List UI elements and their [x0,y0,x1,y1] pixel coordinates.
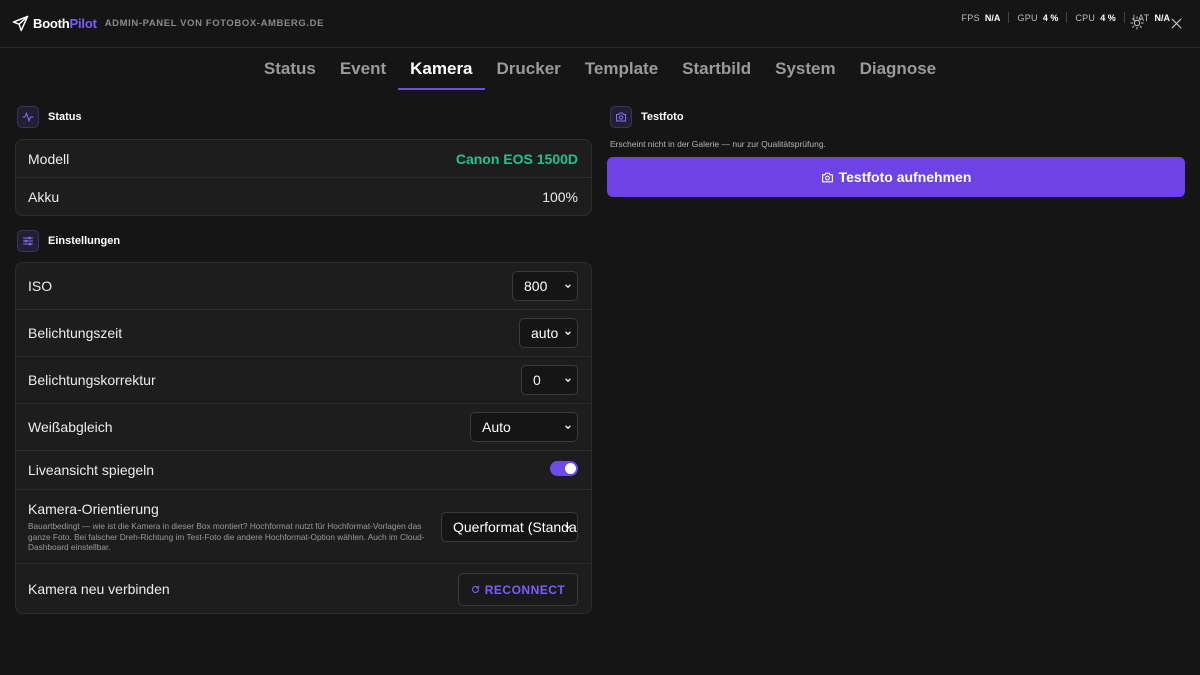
paper-plane-icon [12,15,29,32]
reconnect-button-label: RECONNECT [484,582,566,597]
tab-status[interactable]: Status [252,48,328,90]
chevron-down-icon [565,525,571,530]
mirror-label: Liveansicht spiegeln [28,462,155,478]
main-tabs: Status Event Kamera Drucker Template Sta… [0,48,1200,90]
camera-icon [610,106,632,128]
refresh-icon [471,585,479,593]
header-subtitle: ADMIN-PANEL VON FOTOBOX-AMBERG.DE [104,18,325,29]
testfoto-hint: Erscheint nicht in der Galerie — nur zur… [610,139,826,149]
orientation-label: Kamera-Orientierung [28,501,159,517]
setting-row-shutter: Belichtungszeit auto [16,310,591,357]
shutter-select-value: auto [531,325,559,341]
brand-logo: BoothPilot ADMIN-PANEL VON FOTOBOX-AMBER… [12,15,324,32]
orientation-select-value: Querformat (Standard) [453,519,577,535]
shutter-label: Belichtungszeit [28,325,123,341]
sun-icon [1130,16,1144,30]
testfoto-section-header: Testfoto [610,106,684,128]
reconnect-button[interactable]: RECONNECT [458,573,578,606]
tab-diagnose[interactable]: Diagnose [848,48,949,90]
status-section-header: Status [17,106,82,128]
theme-toggle-button[interactable] [1128,14,1146,32]
iso-label: ISO [28,278,53,294]
exposure-select[interactable]: 0 [521,365,578,395]
whitebalance-select-value: Auto [482,419,511,435]
model-label: Modell [28,151,70,167]
activity-icon [17,106,39,128]
close-button[interactable] [1167,14,1185,32]
iso-select[interactable]: 800 [512,271,578,301]
setting-row-orientation: Kamera-Orientierung Bauartbedingt — wie … [16,490,591,564]
status-section-title: Status [48,111,82,123]
model-value: Canon EOS 1500D [455,151,578,167]
status-row-battery: Akku 100% [16,178,591,216]
sliders-icon [17,230,39,252]
battery-value: 100% [542,189,578,205]
chevron-down-icon [565,425,571,430]
app-header: BoothPilot ADMIN-PANEL VON FOTOBOX-AMBER… [0,0,1200,48]
tab-event[interactable]: Event [328,48,398,90]
chevron-down-icon [565,331,571,336]
testfoto-section-title: Testfoto [641,111,684,123]
camera-icon [821,172,833,182]
reconnect-label: Kamera neu verbinden [28,581,170,597]
whitebalance-select[interactable]: Auto [470,412,578,442]
take-testfoto-button[interactable]: Testfoto aufnehmen [607,157,1185,197]
chevron-down-icon [565,378,571,383]
stat-fps: FPS N/A [961,12,1001,23]
close-icon [1171,18,1181,28]
take-testfoto-label: Testfoto aufnehmen [838,169,972,185]
whitebalance-label: Weißabgleich [28,419,113,435]
tab-system[interactable]: System [763,48,847,90]
settings-section-header: Einstellungen [17,230,120,252]
tab-startbild[interactable]: Startbild [670,48,763,90]
camera-settings-card: ISO 800 Belichtungszeit auto Belichtungs… [15,262,592,614]
status-row-model: Modell Canon EOS 1500D [16,140,591,178]
orientation-select[interactable]: Querformat (Standard) [441,512,578,542]
tab-drucker[interactable]: Drucker [485,48,573,90]
camera-status-card: Modell Canon EOS 1500D Akku 100% [15,139,592,216]
brand-name: BoothPilot [33,16,97,31]
setting-row-iso: ISO 800 [16,263,591,310]
tab-template[interactable]: Template [573,48,670,90]
shutter-select[interactable]: auto [519,318,578,348]
mirror-toggle[interactable] [550,461,578,476]
setting-row-whitebalance: Weißabgleich Auto [16,404,591,451]
exposure-label: Belichtungskorrektur [28,372,156,388]
stat-gpu: GPU 4 % [1008,12,1066,23]
orientation-description: Bauartbedingt — wie ist die Kamera in di… [28,521,425,552]
battery-label: Akku [28,189,60,205]
chevron-down-icon [565,284,571,289]
stat-cpu: CPU 4 % [1066,12,1123,23]
setting-row-reconnect: Kamera neu verbinden RECONNECT [16,564,591,613]
tab-kamera[interactable]: Kamera [398,48,485,90]
iso-select-value: 800 [524,278,548,294]
setting-row-exposure: Belichtungskorrektur 0 [16,357,591,404]
setting-row-mirror: Liveansicht spiegeln [16,451,591,490]
exposure-select-value: 0 [533,372,541,388]
settings-section-title: Einstellungen [48,235,121,247]
